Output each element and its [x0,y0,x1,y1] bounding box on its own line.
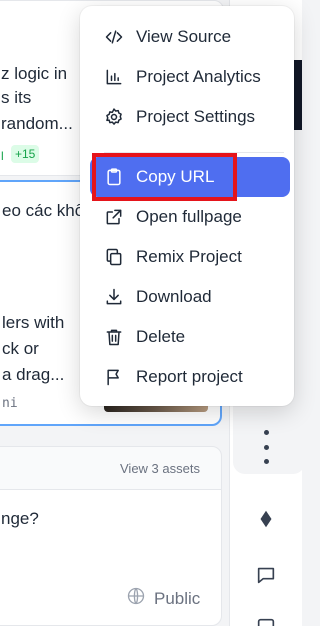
diff-removed-count: l [1,149,4,163]
code-icon [104,27,124,47]
flag-icon [104,367,124,387]
globe-icon [126,586,146,611]
view-assets-link[interactable]: View 3 assets [120,461,200,476]
card-description-line: a drag... [2,365,65,384]
menu-divider [104,152,284,153]
menu-item-label: View Source [136,27,232,46]
menu-item-project-settings[interactable]: Project Settings [90,97,290,137]
card-description-line: random... [1,114,73,133]
comment-icon[interactable] [255,564,277,586]
trash-icon [104,327,124,347]
menu-item-label: Copy URL [136,167,215,186]
menu-item-open-fullpage[interactable]: Open fullpage [90,197,290,237]
menu-item-label: Report project [136,367,243,386]
menu-item-label: Open fullpage [136,207,242,226]
menu-item-label: Remix Project [136,247,242,266]
menu-item-remix-project[interactable]: Remix Project [90,237,290,277]
more-options-icon[interactable] [259,430,273,464]
menu-item-copy-url[interactable]: Copy URL [90,157,290,197]
diamond-icon[interactable] [255,508,277,530]
card-description-line: z logic in [1,64,68,83]
card-description-line: s its [1,88,32,107]
layout-icon[interactable] [255,616,277,626]
card-description-line: lers with [2,313,65,332]
card-title: eo các khối [2,201,88,220]
menu-item-delete[interactable]: Delete [90,317,290,357]
menu-item-label: Delete [136,327,186,346]
external-link-icon [104,207,124,227]
menu-item-label: Download [136,287,212,306]
menu-item-view-source[interactable]: View Source [90,17,290,57]
menu-item-report-project[interactable]: Report project [90,357,290,397]
card-description-line: ck or [2,339,39,358]
visibility-label: Public [154,588,201,608]
menu-item-label: Project Analytics [136,67,261,86]
menu-item-project-analytics[interactable]: Project Analytics [90,57,290,97]
gear-icon [104,107,124,127]
visibility-indicator[interactable]: Public [126,586,200,611]
card-question: nge? [1,509,39,528]
project-actions-menu: View Source Project Analytics Project Se… [80,6,294,406]
bar-chart-icon [104,67,124,87]
card-author: ni [2,396,18,411]
download-icon [104,287,124,307]
menu-item-download[interactable]: Download [90,277,290,317]
diff-added-badge: +15 [11,145,40,163]
menu-item-label: Project Settings [136,107,256,126]
copy-icon [104,247,124,267]
clipboard-icon [104,167,124,187]
